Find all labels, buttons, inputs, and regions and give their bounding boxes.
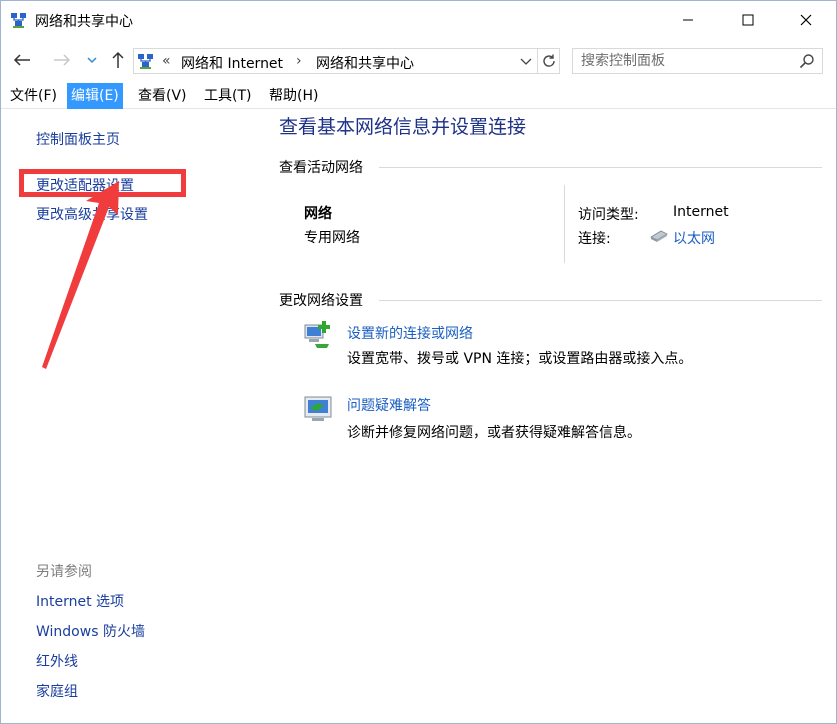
maximize-icon <box>742 14 754 26</box>
close-icon <box>800 14 812 26</box>
connection-label: 连接: <box>578 231 611 247</box>
search-icon[interactable] <box>799 53 815 69</box>
breadcrumb-overflow[interactable]: « <box>162 53 171 69</box>
breadcrumb-network-internet[interactable]: 网络和 Internet <box>181 53 283 73</box>
see-also-heading: 另请参阅 <box>36 564 92 580</box>
network-sharing-center-window: 网络和共享中心 « 网络和 Internet › 网络和共享中心 搜索控制面板 … <box>0 0 837 724</box>
minimize-icon <box>683 19 693 21</box>
refresh-icon <box>542 54 555 67</box>
setup-new-connection-link[interactable]: 设置新的连接或网络 <box>347 323 473 343</box>
minimize-button[interactable] <box>665 1 711 39</box>
access-type-label: 访问类型: <box>578 207 639 223</box>
search-box[interactable] <box>572 48 823 74</box>
new-connection-icon <box>304 321 330 348</box>
active-networks-heading: 查看活动网络 <box>279 160 363 176</box>
chevron-down-icon <box>520 58 532 65</box>
menu-bar: 文件(F) 编辑(E) 查看(V) 工具(T) 帮助(H) <box>1 83 836 109</box>
menu-file[interactable]: 文件(F) <box>6 83 61 109</box>
network-center-icon <box>138 54 153 69</box>
back-button[interactable] <box>11 49 33 71</box>
troubleshoot-desc: 诊断并修复网络问题，或者获得疑难解答信息。 <box>347 425 641 441</box>
access-type-value: Internet <box>673 204 729 220</box>
network-name: 网络 <box>304 206 332 222</box>
section-divider <box>379 167 822 168</box>
breadcrumb-separator[interactable]: › <box>296 53 302 69</box>
section-divider <box>379 300 822 301</box>
ethernet-icon <box>650 230 668 242</box>
troubleshoot-link[interactable]: 问题疑难解答 <box>347 395 431 415</box>
refresh-button[interactable] <box>537 49 559 73</box>
see-also-windows-firewall[interactable]: Windows 防火墙 <box>36 621 145 641</box>
annotation-arrow <box>42 181 119 369</box>
see-also-homegroup[interactable]: 家庭组 <box>36 681 78 701</box>
network-center-icon <box>11 13 26 28</box>
menu-edit[interactable]: 编辑(E) <box>67 83 123 109</box>
breadcrumb-network-sharing-center[interactable]: 网络和共享中心 <box>316 53 414 73</box>
change-network-settings-heading: 更改网络设置 <box>279 293 363 309</box>
maximize-button[interactable] <box>725 1 771 39</box>
back-arrow-icon <box>13 54 30 66</box>
forward-button[interactable] <box>51 49 73 71</box>
network-type: 专用网络 <box>304 230 360 246</box>
troubleshoot-icon <box>304 396 332 421</box>
up-button[interactable] <box>107 49 129 71</box>
menu-view[interactable]: 查看(V) <box>134 83 191 109</box>
up-arrow-icon <box>112 51 124 68</box>
see-also-infrared[interactable]: 红外线 <box>36 651 78 671</box>
menu-tools[interactable]: 工具(T) <box>200 83 255 109</box>
close-button[interactable] <box>783 1 829 39</box>
window-title: 网络和共享中心 <box>35 14 133 30</box>
page-title: 查看基本网络信息并设置连接 <box>279 116 527 138</box>
navigation-bar: « 网络和 Internet › 网络和共享中心 <box>1 43 836 79</box>
forward-arrow-icon <box>54 54 71 66</box>
control-panel-home-link[interactable]: 控制面板主页 <box>36 129 120 149</box>
address-dropdown-button[interactable] <box>517 53 535 71</box>
ethernet-connection-link[interactable]: 以太网 <box>673 228 715 248</box>
search-input[interactable] <box>581 52 791 70</box>
menu-help[interactable]: 帮助(H) <box>265 83 322 109</box>
network-divider <box>564 185 565 263</box>
address-bar[interactable]: « 网络和 Internet › 网络和共享中心 <box>133 48 560 74</box>
recent-locations-button[interactable] <box>81 49 103 71</box>
chevron-down-icon <box>87 57 97 64</box>
see-also-internet-options[interactable]: Internet 选项 <box>36 591 124 611</box>
setup-new-connection-desc: 设置宽带、拨号或 VPN 连接；或设置路由器或接入点。 <box>347 351 693 367</box>
title-bar: 网络和共享中心 <box>1 1 836 39</box>
